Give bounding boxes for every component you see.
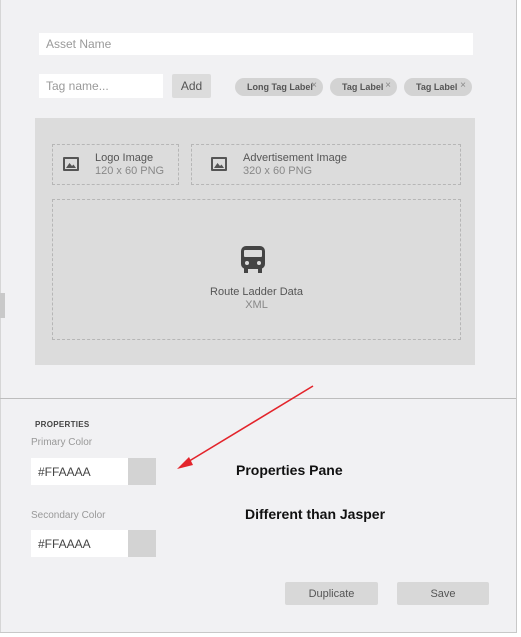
asset-editor-panel: Add Long Tag Label × Tag Label × Tag Lab…	[0, 0, 517, 633]
annotation-properties-pane: Properties Pane	[236, 462, 343, 478]
save-button[interactable]: Save	[397, 582, 489, 605]
duplicate-button[interactable]: Duplicate	[285, 582, 378, 605]
annotation-different-than-jasper: Different than Jasper	[245, 506, 386, 522]
annotation-arrow	[177, 385, 314, 469]
